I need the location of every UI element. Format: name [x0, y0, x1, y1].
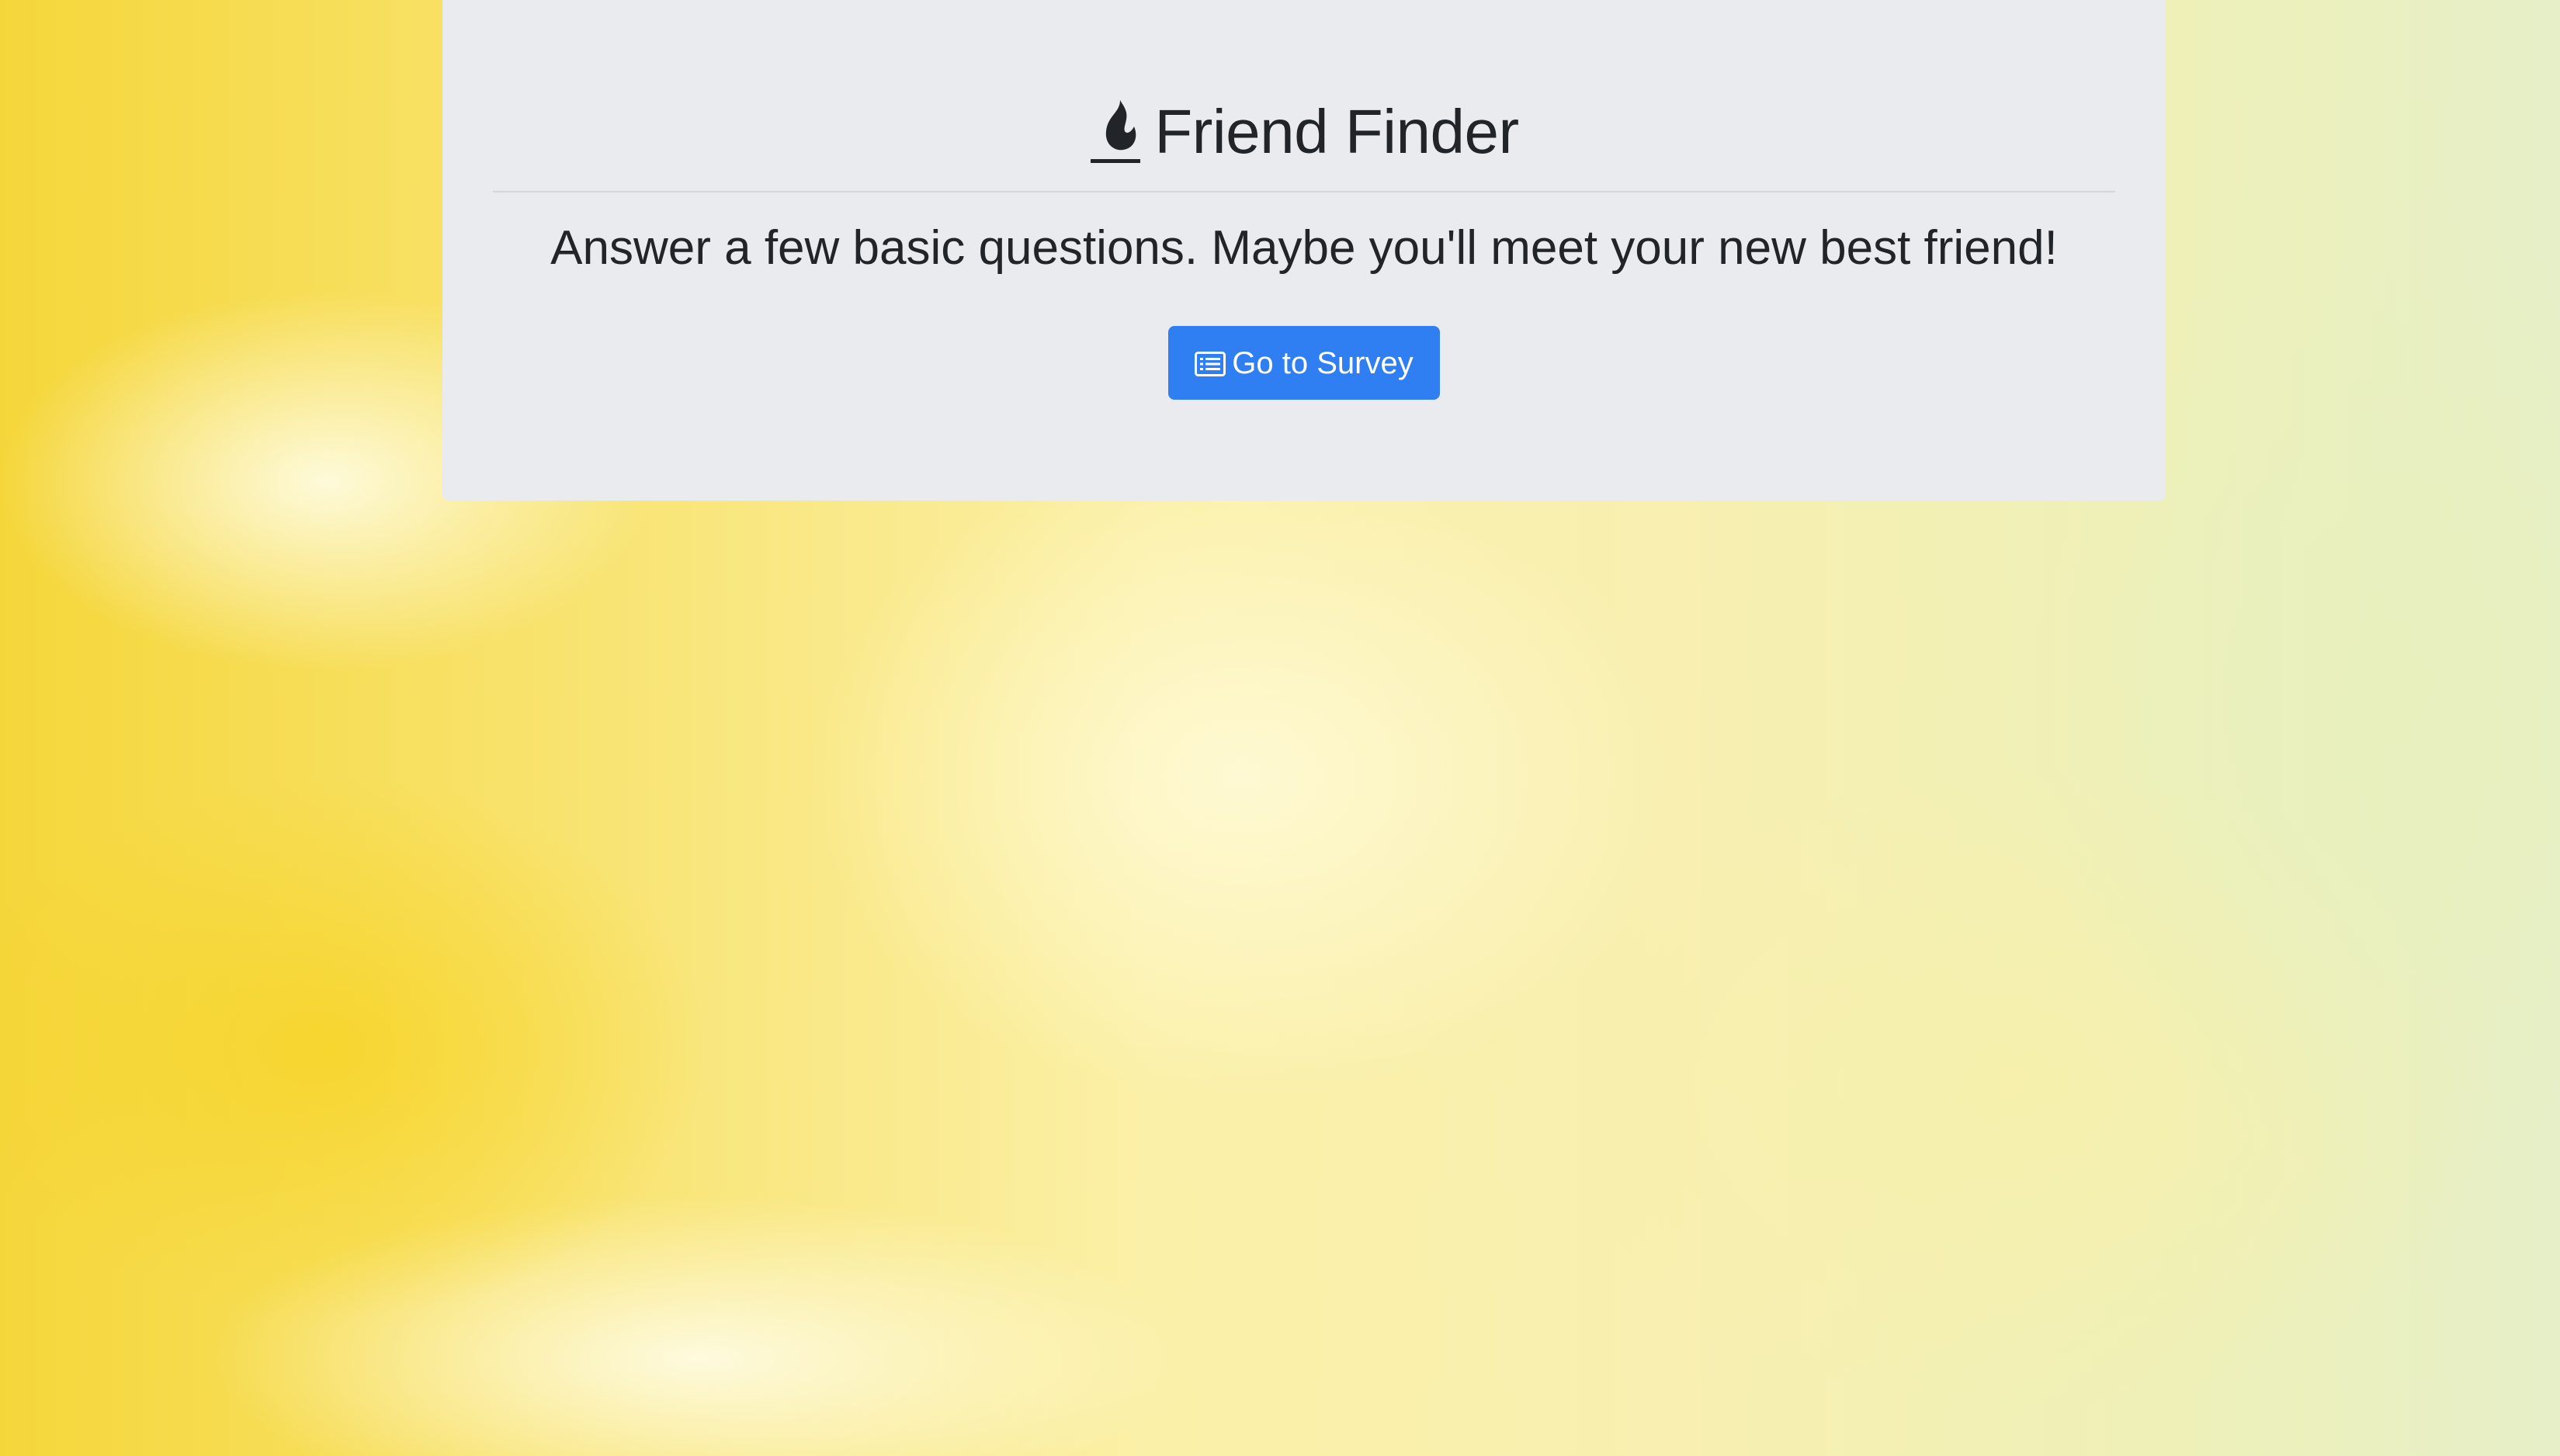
go-to-survey-label: Go to Survey	[1232, 345, 1414, 380]
list-alt-icon	[1195, 351, 1226, 376]
title-row: Friend Finder	[442, 85, 2166, 179]
divider	[493, 191, 2115, 192]
fire-icon	[1089, 99, 1142, 165]
lead-text: Answer a few basic questions. Maybe you'…	[550, 221, 2058, 275]
page-title: Friend Finder	[1154, 97, 1519, 166]
button-wrapper: Go to Survey	[442, 326, 2166, 400]
go-to-survey-button[interactable]: Go to Survey	[1168, 326, 1440, 400]
jumbotron-panel: Friend Finder Answer a few basic questio…	[442, 0, 2166, 501]
